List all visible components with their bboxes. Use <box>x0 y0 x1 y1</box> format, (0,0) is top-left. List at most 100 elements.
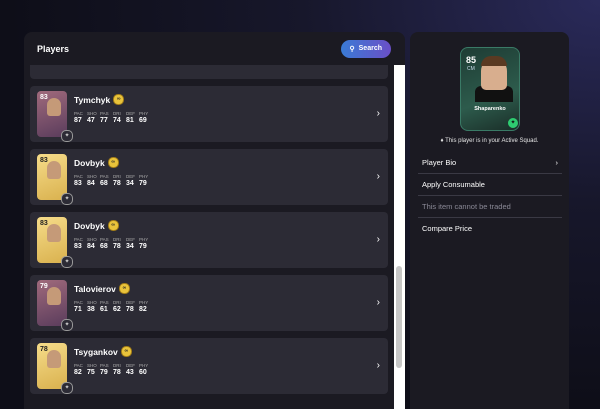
player-name: Tsygankov <box>74 346 118 357</box>
stat-label: PHY <box>139 111 149 116</box>
squad-note: ♦ This player is in your Active Squad. <box>410 138 569 144</box>
stat-label: PHY <box>139 363 149 368</box>
stat-label: PAS <box>100 174 109 179</box>
stat-pas: PAS 61 <box>100 300 110 313</box>
stat-phy: PHY 79 <box>139 237 149 250</box>
stat-value: 34 <box>126 243 134 250</box>
stat-pas: PAS 79 <box>100 363 110 376</box>
stat-value: 79 <box>100 369 108 376</box>
chevron-right-icon[interactable]: › <box>377 108 380 119</box>
stat-value: 74 <box>113 117 121 124</box>
chemistry-icon: ✦ <box>61 382 73 394</box>
menu-player-bio[interactable]: Player Bio › <box>418 152 562 174</box>
squad-icon: ♦ <box>440 138 444 144</box>
player-row[interactable]: 79 ✦ Talovierov ∞ PAC 71 SHO 38 PAS 61 DRI 62 DEF 78 P… <box>30 275 388 331</box>
player-name: Dovbyk <box>74 157 105 168</box>
stat-label: PHY <box>139 237 149 242</box>
stat-label: DRI <box>113 111 121 116</box>
player-row[interactable]: 83 ✦ Tymchyk ∞ PAC 87 SHO 47 PAS 77 DRI 74 DEF 81 PHY 6… <box>30 86 388 142</box>
stat-label: PHY <box>139 300 149 305</box>
player-row[interactable]: 83 ✦ Dovbyk ∞ PAC 83 SHO 84 PAS 68 DRI 78 DEF 34 PHY 79… <box>30 149 388 205</box>
evolution-icon: ∞ <box>113 94 125 105</box>
chevron-right-icon[interactable]: › <box>377 234 380 245</box>
scrollbar[interactable] <box>394 65 405 409</box>
stat-value: 43 <box>126 369 134 376</box>
player-rating: 83 <box>40 220 48 227</box>
players-panel: Players ⚲ Search 83 ✦ Tymchyk ∞ PAC 87 SHO 47 PA… <box>24 32 405 409</box>
chevron-right-icon: › <box>555 158 559 167</box>
chemistry-icon: ✦ <box>508 118 518 128</box>
menu-compare-price[interactable]: Compare Price <box>418 218 562 239</box>
stat-def: DEF 43 <box>126 363 136 376</box>
chevron-right-icon[interactable]: › <box>377 360 380 371</box>
selected-rating: 85 <box>466 55 477 65</box>
player-row[interactable]: 83 ✦ Dovbyk ∞ PAC 83 SHO 84 PAS 68 DRI 78 DEF 34 PHY 79… <box>30 212 388 268</box>
evolution-icon: ∞ <box>118 283 130 294</box>
player-name-wrap: Tsygankov ∞ <box>74 346 132 357</box>
stat-pac: PAC 83 <box>74 174 84 187</box>
stat-dri: DRI 74 <box>113 111 123 124</box>
player-name: Talovierov <box>74 283 116 294</box>
stat-sho: SHO 75 <box>87 363 97 376</box>
stat-label: PAC <box>74 111 83 116</box>
scroll-thumb[interactable] <box>396 266 402 368</box>
player-name: Tymchyk <box>74 94 111 105</box>
search-button[interactable]: ⚲ Search <box>340 39 391 58</box>
chevron-right-icon[interactable]: › <box>377 297 380 308</box>
menu-apply-consumable[interactable]: Apply Consumable <box>418 174 562 196</box>
stat-label: PAS <box>100 111 109 116</box>
player-portrait <box>47 287 61 305</box>
stat-value: 83 <box>74 180 82 187</box>
stat-label: DEF <box>126 111 135 116</box>
player-card-thumb: 78 ✦ <box>37 343 73 394</box>
stat-value: 78 <box>126 306 134 313</box>
stat-label: DRI <box>113 363 121 368</box>
chemistry-icon: ✦ <box>61 319 73 331</box>
stat-value: 78 <box>113 369 121 376</box>
stat-def: DEF 34 <box>126 174 136 187</box>
selected-name: Shaparenko <box>474 106 506 112</box>
stat-value: 47 <box>87 117 95 124</box>
stat-value: 60 <box>139 369 147 376</box>
stat-value: 68 <box>100 243 108 250</box>
player-stats: PAC 83 SHO 84 PAS 68 DRI 78 DEF 34 PHY 79 <box>74 237 149 250</box>
stat-pas: PAS 68 <box>100 174 110 187</box>
player-row[interactable]: 78 ✦ Tsygankov ∞ PAC 82 SHO 75 PAS 79 DRI 78 DEF 43 PH… <box>30 338 388 394</box>
player-rating: 79 <box>40 283 48 290</box>
player-name-wrap: Tymchyk ∞ <box>74 94 125 105</box>
stat-sho: SHO 84 <box>87 237 97 250</box>
menu-label: Player Bio <box>422 158 457 167</box>
stat-phy: PHY 82 <box>139 300 149 313</box>
squad-note-text: This player is in your Active Squad. <box>445 138 539 144</box>
stat-value: 77 <box>100 117 108 124</box>
stat-value: 78 <box>113 180 121 187</box>
evolution-icon: ∞ <box>107 157 119 168</box>
player-stats: PAC 71 SHO 38 PAS 61 DRI 62 DEF 78 PHY 82 <box>74 300 149 313</box>
player-stats: PAC 87 SHO 47 PAS 77 DRI 74 DEF 81 PHY 69 <box>74 111 149 124</box>
stat-label: PHY <box>139 174 149 179</box>
player-card-thumb: 79 ✦ <box>37 280 73 331</box>
evolution-icon: ∞ <box>120 346 132 357</box>
stat-sho: SHO 84 <box>87 174 97 187</box>
chevron-right-icon[interactable]: › <box>377 171 380 182</box>
stat-value: 82 <box>74 369 82 376</box>
player-card-thumb: 83 ✦ <box>37 91 73 142</box>
stat-pac: PAC 82 <box>74 363 84 376</box>
stat-pac: PAC 71 <box>74 300 84 313</box>
stat-value: 62 <box>113 306 121 313</box>
stat-label: PAC <box>74 363 83 368</box>
stat-pas: PAS 77 <box>100 111 110 124</box>
stat-pas: PAS 68 <box>100 237 110 250</box>
player-list[interactable]: 83 ✦ Tymchyk ∞ PAC 87 SHO 47 PAS 77 DRI 74 DEF 81 PHY 6… <box>30 65 388 409</box>
player-stats: PAC 83 SHO 84 PAS 68 DRI 78 DEF 34 PHY 79 <box>74 174 149 187</box>
search-label: Search <box>358 45 382 52</box>
player-row-partial[interactable] <box>30 65 388 79</box>
stat-phy: PHY 69 <box>139 111 149 124</box>
stat-label: PAC <box>74 300 83 305</box>
stat-value: 79 <box>139 180 147 187</box>
player-rating: 83 <box>40 157 48 164</box>
stat-label: PAC <box>74 174 83 179</box>
stat-pac: PAC 83 <box>74 237 84 250</box>
stat-value: 83 <box>74 243 82 250</box>
stat-phy: PHY 79 <box>139 174 149 187</box>
